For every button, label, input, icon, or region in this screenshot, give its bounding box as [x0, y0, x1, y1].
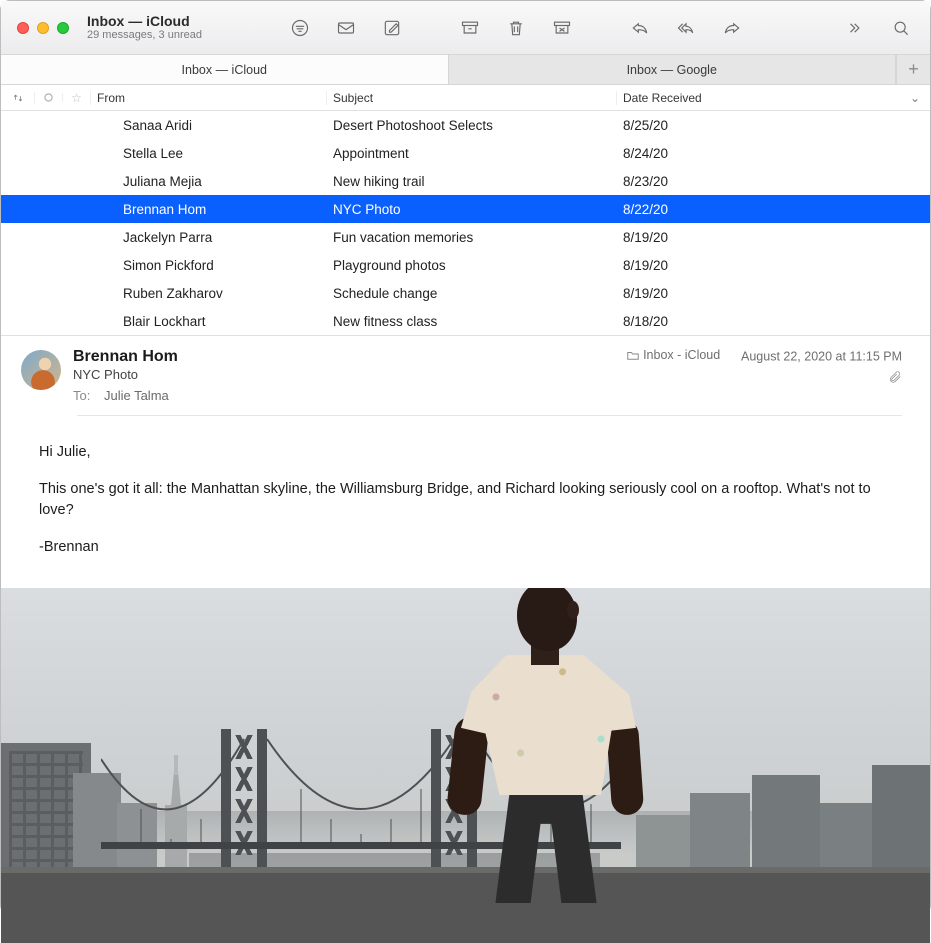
column-date[interactable]: Date Received ⌄: [617, 91, 930, 105]
minimize-window[interactable]: [37, 22, 49, 34]
row-date: 8/23/20: [617, 174, 930, 189]
flag-column[interactable]: ☆: [63, 91, 91, 105]
preview-to-line: To: Julie Talma: [73, 388, 615, 403]
body-paragraph: -Brennan: [39, 537, 902, 558]
message-row[interactable]: Blair LockhartNew fitness class8/18/20: [1, 307, 930, 335]
window-title-block: Inbox — iCloud 29 messages, 3 unread: [87, 13, 257, 42]
attachment-icon[interactable]: [627, 370, 902, 387]
tab-label: Inbox — iCloud: [182, 63, 267, 77]
body-paragraph: Hi Julie,: [39, 442, 902, 463]
preview-subject: NYC Photo: [73, 367, 615, 382]
more-button[interactable]: [836, 14, 870, 42]
column-subject[interactable]: Subject: [327, 91, 617, 105]
row-from: Stella Lee: [91, 146, 327, 161]
new-tab-button[interactable]: +: [896, 55, 930, 84]
titlebar: Inbox — iCloud 29 messages, 3 unread: [1, 1, 930, 55]
row-date: 8/24/20: [617, 146, 930, 161]
get-mail-button[interactable]: [329, 14, 363, 42]
row-date: 8/22/20: [617, 202, 930, 217]
column-headers: ☆ From Subject Date Received ⌄: [1, 85, 930, 111]
message-row[interactable]: Simon PickfordPlayground photos8/19/20: [1, 251, 930, 279]
row-subject: Playground photos: [327, 258, 617, 273]
message-row[interactable]: Brennan HomNYC Photo8/22/20: [1, 195, 930, 223]
row-subject: New hiking trail: [327, 174, 617, 189]
header-body-divider: [77, 415, 902, 416]
message-header: Brennan Hom NYC Photo To: Julie Talma In…: [21, 348, 902, 403]
window-title: Inbox — iCloud: [87, 13, 257, 29]
to-label: To:: [73, 388, 90, 403]
tab-inbox-google[interactable]: Inbox — Google: [449, 55, 897, 84]
column-from[interactable]: From: [91, 91, 327, 105]
row-date: 8/19/20: [617, 230, 930, 245]
message-body: Hi Julie, This one's got it all: the Man…: [1, 422, 930, 588]
column-date-label: Date Received: [623, 91, 702, 105]
row-subject: Fun vacation memories: [327, 230, 617, 245]
message-row[interactable]: Ruben ZakharovSchedule change8/19/20: [1, 279, 930, 307]
row-from: Jackelyn Parra: [91, 230, 327, 245]
compose-button[interactable]: [375, 14, 409, 42]
row-subject: Desert Photoshoot Selects: [327, 118, 617, 133]
preview-from: Brennan Hom: [73, 348, 615, 366]
window-subtitle: 29 messages, 3 unread: [87, 29, 257, 42]
row-from: Simon Pickford: [91, 258, 327, 273]
avatar: [21, 350, 61, 390]
chevron-down-icon: ⌄: [910, 91, 920, 105]
zoom-window[interactable]: [57, 22, 69, 34]
row-from: Juliana Mejia: [91, 174, 327, 189]
to-recipient[interactable]: Julie Talma: [104, 388, 169, 403]
message-preview: Brennan Hom NYC Photo To: Julie Talma In…: [1, 336, 930, 422]
row-from: Sanaa Aridi: [91, 118, 327, 133]
delete-button[interactable]: [499, 14, 533, 42]
message-row[interactable]: Sanaa AridiDesert Photoshoot Selects8/25…: [1, 111, 930, 139]
body-paragraph: This one's got it all: the Manhattan sky…: [39, 479, 902, 521]
sort-indicator-icon[interactable]: [1, 92, 35, 104]
toolbar: [265, 14, 918, 42]
forward-button[interactable]: [715, 14, 749, 42]
junk-button[interactable]: [545, 14, 579, 42]
row-date: 8/19/20: [617, 258, 930, 273]
tab-inbox-icloud[interactable]: Inbox — iCloud: [1, 55, 449, 84]
search-button[interactable]: [884, 14, 918, 42]
row-date: 8/18/20: [617, 314, 930, 329]
row-from: Brennan Hom: [91, 202, 327, 217]
tab-label: Inbox — Google: [627, 63, 717, 77]
unread-column[interactable]: [35, 93, 63, 102]
reply-button[interactable]: [623, 14, 657, 42]
close-window[interactable]: [17, 22, 29, 34]
message-row[interactable]: Jackelyn ParraFun vacation memories8/19/…: [1, 223, 930, 251]
row-subject: Schedule change: [327, 286, 617, 301]
folder-icon: [627, 350, 639, 361]
row-date: 8/19/20: [617, 286, 930, 301]
message-row[interactable]: Stella LeeAppointment8/24/20: [1, 139, 930, 167]
attachment-image[interactable]: [1, 588, 930, 943]
archive-button[interactable]: [453, 14, 487, 42]
tab-bar: Inbox — iCloud Inbox — Google +: [1, 55, 930, 85]
row-subject: NYC Photo: [327, 202, 617, 217]
filter-button[interactable]: [283, 14, 317, 42]
window-controls: [17, 22, 69, 34]
row-date: 8/25/20: [617, 118, 930, 133]
reply-all-button[interactable]: [669, 14, 703, 42]
message-list: Sanaa AridiDesert Photoshoot Selects8/25…: [1, 111, 930, 335]
row-from: Ruben Zakharov: [91, 286, 327, 301]
preview-datetime: August 22, 2020 at 11:15 PM: [741, 350, 902, 364]
row-subject: New fitness class: [327, 314, 617, 329]
row-subject: Appointment: [327, 146, 617, 161]
message-row[interactable]: Juliana MejiaNew hiking trail8/23/20: [1, 167, 930, 195]
mailbox-label: Inbox - iCloud: [643, 348, 720, 362]
mailbox-location[interactable]: Inbox - iCloud: [627, 348, 720, 362]
row-from: Blair Lockhart: [91, 314, 327, 329]
